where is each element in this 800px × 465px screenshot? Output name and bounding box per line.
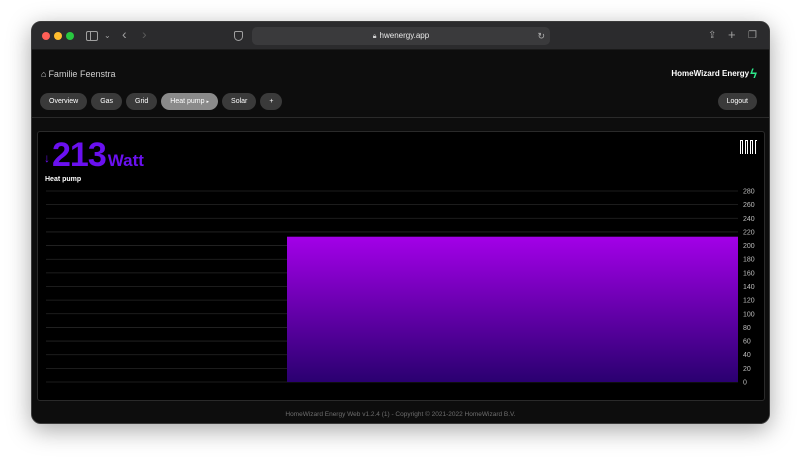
tab-add[interactable]: + xyxy=(260,93,283,110)
tab-heat-pump[interactable]: Heat pump ▸ xyxy=(161,93,219,110)
sidebar-icon[interactable] xyxy=(86,31,98,41)
y-tick-label: 0 xyxy=(743,380,747,387)
footer-copyright: HomeWizard Energy Web v1.2.4 (1) - Copyr… xyxy=(285,411,516,418)
y-tick-label: 20 xyxy=(743,366,751,373)
down-arrow-icon: ↓ xyxy=(44,151,50,165)
household-label: Familie Feenstra xyxy=(48,69,116,79)
browser-titlebar: ⌄ ‹ › 🔒︎ hwenergy.app ↻ ⇪ + ❐ xyxy=(32,22,769,50)
plus-icon[interactable]: + xyxy=(728,27,736,43)
power-reading: ↓213 Watt xyxy=(44,136,144,175)
url-text: hwenergy.app xyxy=(379,31,430,40)
meter-icon[interactable] xyxy=(740,140,758,154)
chevron-down-icon[interactable]: ⌄ xyxy=(104,28,111,44)
address-bar[interactable]: 🔒︎ hwenergy.app ↻ xyxy=(252,27,550,45)
y-tick-label: 180 xyxy=(743,257,755,264)
power-unit: Watt xyxy=(107,151,144,170)
zoom-dot-icon[interactable] xyxy=(66,32,74,40)
y-tick-label: 240 xyxy=(743,216,755,223)
y-tick-label: 160 xyxy=(743,270,755,277)
y-tick-label: 60 xyxy=(743,339,751,346)
y-tick-label: 100 xyxy=(743,311,755,318)
tab-gas[interactable]: Gas xyxy=(91,93,123,110)
logout-button[interactable]: Logout xyxy=(717,93,757,110)
power-bar xyxy=(287,236,738,382)
power-value: 213 xyxy=(52,136,107,174)
share-icon[interactable]: ⇪ xyxy=(708,28,716,44)
minimize-dot-icon[interactable] xyxy=(54,32,62,40)
y-tick-label: 140 xyxy=(743,284,755,291)
tab-overview[interactable]: Overview xyxy=(40,93,88,110)
caret-icon: ▸ xyxy=(206,99,210,105)
y-tick-label: 260 xyxy=(743,202,755,209)
y-tick-label: 280 xyxy=(743,189,755,196)
tab-heat-pump-label: Heat pump xyxy=(170,98,205,105)
y-tick-label: 120 xyxy=(743,298,755,305)
tab-solar[interactable]: Solar xyxy=(222,93,257,110)
household-name[interactable]: ⌂ Familie Feenstra xyxy=(41,69,115,79)
nav-tabs: Overview Gas Grid Heat pump ▸ Solar + xyxy=(40,93,283,110)
y-tick-label: 220 xyxy=(743,229,755,236)
power-panel: 280 260 240 220 200 180 160 140 120 100 80 60 40 20 0 … xyxy=(37,131,765,401)
header-divider xyxy=(32,117,769,118)
y-tick-label: 200 xyxy=(743,243,755,250)
y-tick-label: 80 xyxy=(743,325,751,332)
browser-window: ⌄ ‹ › 🔒︎ hwenergy.app ↻ ⇪ + ❐ ⌂ Familie Fe… xyxy=(31,21,770,424)
close-dot-icon[interactable] xyxy=(42,32,50,40)
forward-icon[interactable]: › xyxy=(142,26,147,42)
tabs-icon[interactable]: ❐ xyxy=(748,28,757,44)
y-tick-label: 40 xyxy=(743,352,751,359)
reload-icon[interactable]: ↻ xyxy=(537,27,545,45)
app-content: ⌂ Familie Feenstra HomeWizard Energyϟ Ove… xyxy=(32,51,769,423)
lock-icon: 🔒︎ xyxy=(372,33,377,40)
shield-icon[interactable] xyxy=(234,31,243,41)
back-icon[interactable]: ‹ xyxy=(122,26,127,42)
logo-text: HomeWizard Energy xyxy=(671,69,750,78)
home-icon: ⌂ xyxy=(41,69,47,79)
bolt-icon: ϟ xyxy=(750,66,757,81)
tab-grid[interactable]: Grid xyxy=(126,93,158,110)
device-label: Heat pump xyxy=(45,176,82,183)
power-chart: 280260240220200180160140120100806040200 xyxy=(46,189,755,387)
app-logo: HomeWizard Energyϟ xyxy=(671,66,757,81)
